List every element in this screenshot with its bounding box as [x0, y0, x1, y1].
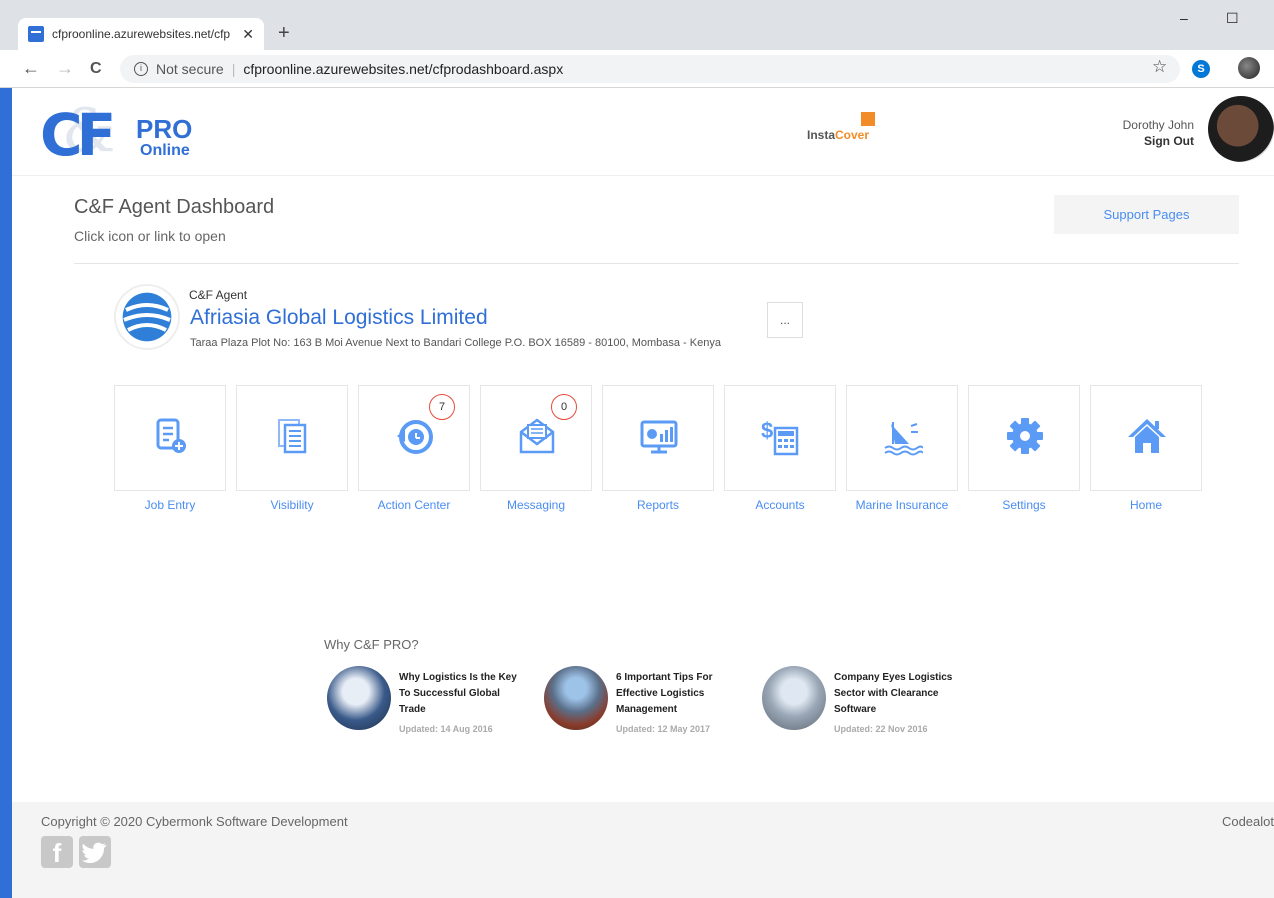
tab-title: cfproonline.azurewebsites.net/cfp	[52, 27, 231, 41]
instacover-logo[interactable]: InstaCover	[807, 112, 875, 142]
page-content: & CF PRO Online InstaCover Dorothy John …	[12, 88, 1274, 898]
agent-address: Taraa Plaza Plot No: 163 B Moi Avenue Ne…	[190, 337, 721, 349]
forward-button[interactable]: →	[56, 58, 74, 79]
tile-settings[interactable]	[968, 385, 1080, 491]
tile-label-action-center[interactable]: Action Center	[358, 498, 470, 512]
tile-accounts[interactable]: $	[724, 385, 836, 491]
agent-label: C&F Agent	[189, 288, 248, 302]
svg-text:$: $	[761, 418, 773, 443]
facebook-icon[interactable]: f	[41, 836, 73, 868]
tile-label-visibility[interactable]: Visibility	[236, 498, 348, 512]
copyright-text: Copyright © 2020 Cybermonk Software Deve…	[41, 814, 348, 829]
tile-label-job-entry[interactable]: Job Entry	[114, 498, 226, 512]
tile-label-messaging[interactable]: Messaging	[480, 498, 592, 512]
history-icon	[397, 420, 433, 454]
sign-out-link[interactable]: Sign Out	[1144, 134, 1194, 148]
cfpro-logo[interactable]: & CF PRO Online	[40, 96, 210, 169]
agent-logo	[114, 284, 180, 350]
why-heading: Why C&F PRO?	[324, 637, 419, 652]
envelope-icon	[519, 418, 555, 454]
tile-messaging[interactable]: 0	[480, 385, 592, 491]
tile-marine-insurance[interactable]	[846, 385, 958, 491]
gear-icon	[1007, 418, 1043, 454]
article-title[interactable]: Company Eyes Logistics Sector with Clear…	[834, 670, 964, 718]
profile-avatar-icon[interactable]	[1238, 57, 1260, 79]
article-date: Updated: 14 Aug 2016	[399, 724, 493, 734]
article-date: Updated: 12 May 2017	[616, 724, 711, 734]
codealot-link[interactable]: Codealot	[1222, 814, 1274, 829]
back-button[interactable]: ←	[22, 58, 40, 79]
monitor-chart-icon	[640, 420, 678, 454]
tile-label-reports[interactable]: Reports	[602, 498, 714, 512]
twitter-bird-icon	[82, 842, 107, 863]
bookmark-star-icon[interactable]: ☆	[1152, 57, 1167, 77]
tile-label-home[interactable]: Home	[1090, 498, 1202, 512]
article-thumbnail[interactable]	[762, 666, 826, 730]
user-avatar	[1208, 96, 1274, 162]
cover-text: Cover	[835, 128, 870, 142]
page-subtitle: Click icon or link to open	[74, 228, 226, 244]
tile-visibility[interactable]	[236, 385, 348, 491]
minimize-button[interactable]: –	[1180, 10, 1188, 26]
security-label: Not secure	[156, 61, 224, 77]
tile-reports[interactable]	[602, 385, 714, 491]
article-thumbnail[interactable]	[327, 666, 391, 730]
page-title: C&F Agent Dashboard	[74, 196, 275, 218]
dollar-calculator-icon: $	[761, 418, 799, 456]
info-icon[interactable]: i	[134, 62, 148, 76]
tile-home[interactable]	[1090, 385, 1202, 491]
url-separator: |	[231, 61, 236, 77]
browser-tab[interactable]: cfproonline.azurewebsites.net/cfp ✕	[18, 18, 264, 50]
url-text[interactable]: cfproonline.azurewebsites.net/cfprodashb…	[243, 61, 563, 77]
document-add-icon	[156, 418, 186, 453]
tile-action-center[interactable]: 7	[358, 385, 470, 491]
reload-button[interactable]: C	[90, 60, 102, 78]
tab-close-icon[interactable]: ✕	[242, 26, 254, 43]
ship-icon	[884, 422, 923, 456]
instacover-mark-icon	[861, 112, 875, 126]
maximize-button[interactable]: ☐	[1226, 10, 1239, 27]
tile-label-accounts[interactable]: Accounts	[724, 498, 836, 512]
tile-label-settings[interactable]: Settings	[968, 498, 1080, 512]
tab-strip: cfproonline.azurewebsites.net/cfp ✕ + – …	[0, 0, 1274, 50]
browser-chrome: cfproonline.azurewebsites.net/cfp ✕ + – …	[0, 0, 1274, 88]
new-tab-button[interactable]: +	[278, 22, 290, 45]
home-icon	[1128, 419, 1166, 453]
article-title[interactable]: Why Logistics Is the Key To Successful G…	[399, 670, 529, 718]
site-header: & CF PRO Online InstaCover Dorothy John …	[12, 88, 1274, 176]
tile-job-entry[interactable]	[114, 385, 226, 491]
site-footer: Copyright © 2020 Cybermonk Software Deve…	[12, 802, 1274, 898]
favicon-icon	[28, 26, 44, 42]
user-name: Dorothy John	[1122, 118, 1194, 132]
agent-more-button[interactable]: ...	[767, 302, 803, 338]
tile-label-marine-insurance[interactable]: Marine Insurance	[846, 498, 958, 512]
logo-online: Online	[140, 142, 190, 159]
documents-icon	[278, 419, 307, 454]
twitter-icon[interactable]	[79, 836, 111, 868]
browser-toolbar: ← → C i Not secure | cfproonline.azurewe…	[0, 50, 1274, 88]
address-bar[interactable]: i Not secure | cfproonline.azurewebsites…	[120, 55, 1180, 83]
article-thumbnail[interactable]	[544, 666, 608, 730]
globe-icon	[123, 293, 171, 341]
article-title[interactable]: 6 Important Tips For Effective Logistics…	[616, 670, 746, 718]
skype-extension-icon[interactable]: S	[1192, 60, 1210, 78]
logo-letters: CF	[40, 101, 116, 169]
divider	[74, 263, 1239, 264]
article-date: Updated: 22 Nov 2016	[834, 724, 928, 734]
insta-text: Insta	[807, 128, 836, 142]
logo-pro: PRO	[136, 114, 193, 144]
agent-name[interactable]: Afriasia Global Logistics Limited	[190, 306, 488, 330]
support-pages-button[interactable]: Support Pages	[1054, 195, 1239, 234]
